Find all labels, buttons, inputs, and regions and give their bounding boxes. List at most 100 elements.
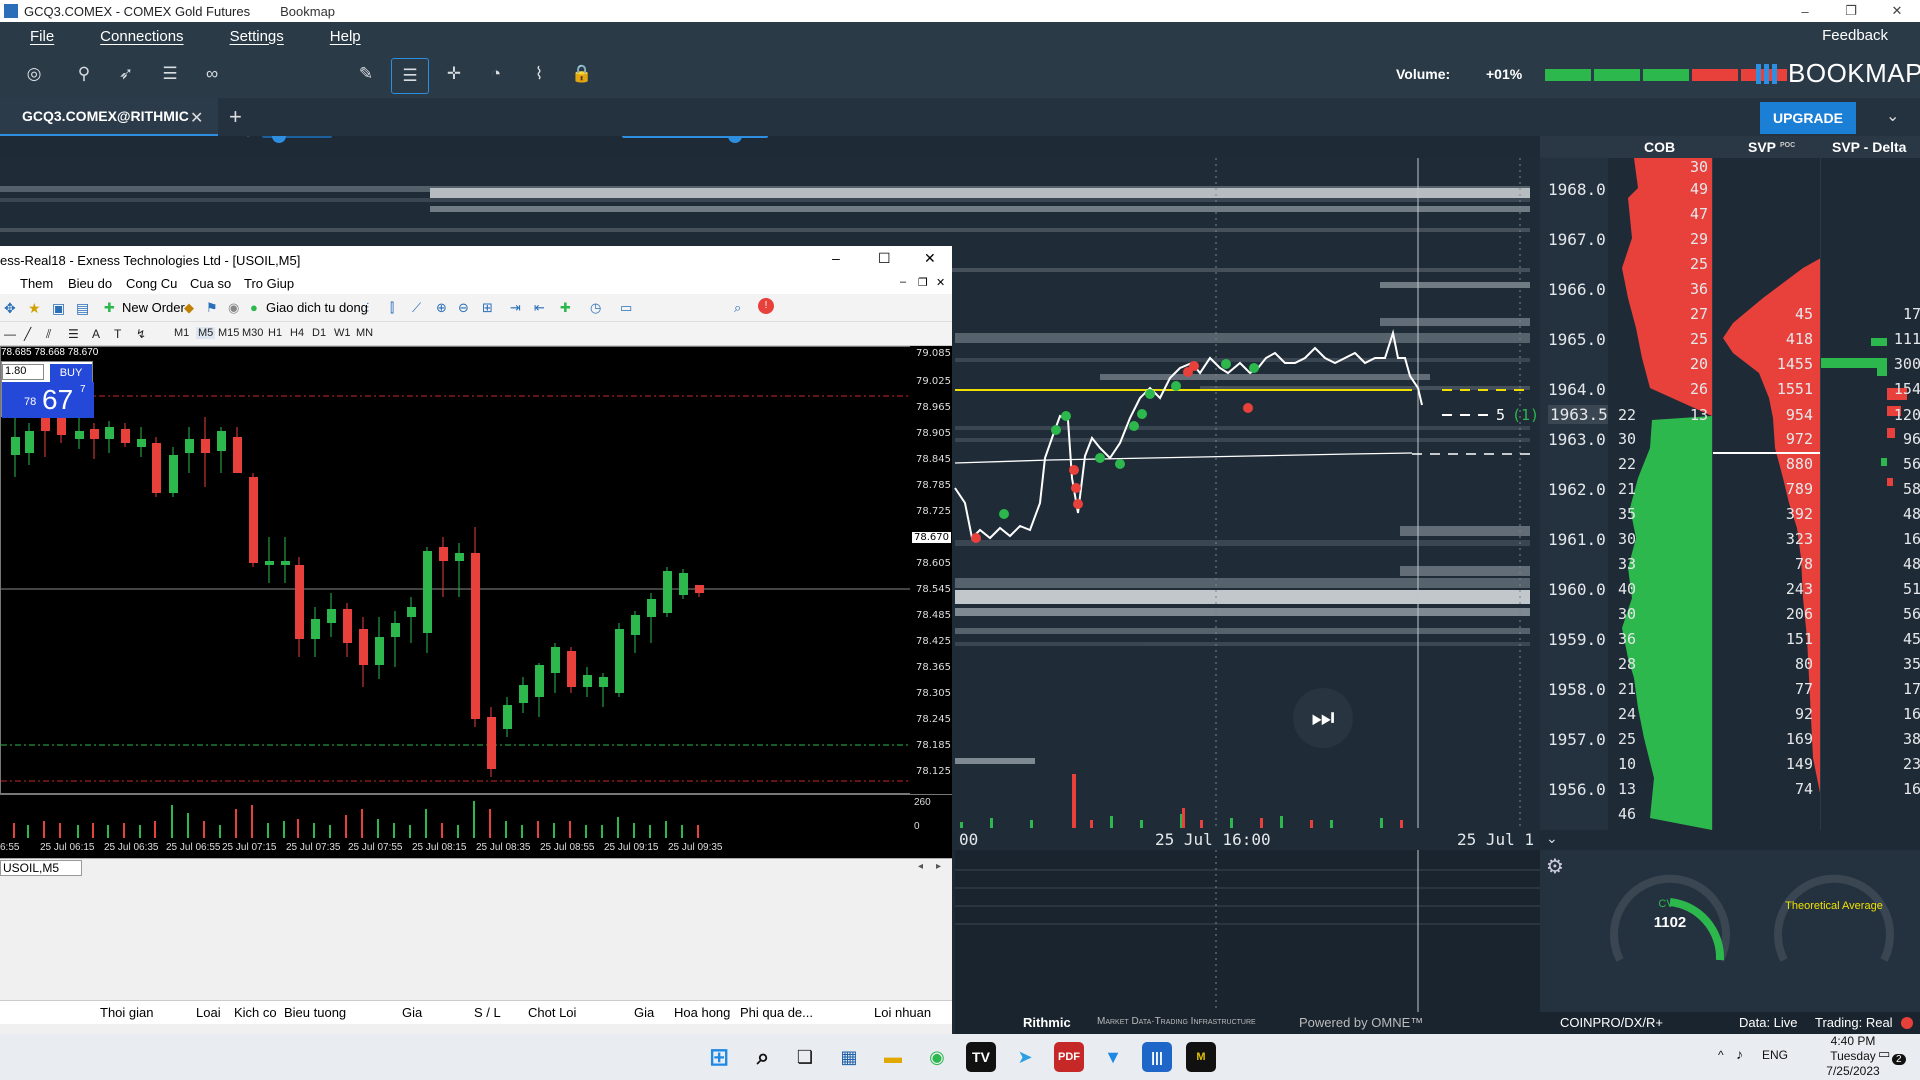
add-tab-button[interactable]: + (229, 104, 242, 130)
widgets-icon[interactable]: ▦ (834, 1042, 864, 1072)
mt4-menu-item[interactable]: Cua so (190, 276, 231, 291)
mt4-col-header[interactable]: Gia (634, 1005, 654, 1020)
candlestick-icon[interactable]: ⫿ (390, 300, 394, 316)
maximize-button[interactable]: ❐ (1828, 0, 1874, 22)
line-chart-icon[interactable]: ⟋ (412, 300, 421, 316)
tradingview-icon[interactable]: TV (966, 1042, 996, 1072)
mt4-col-header[interactable]: Gia (402, 1005, 422, 1020)
file-explorer-icon[interactable]: ▬ (878, 1042, 908, 1072)
screenshot-icon[interactable]: ◎ (22, 62, 46, 86)
tab-close-icon[interactable]: ✕ (190, 108, 203, 128)
zoom-out-icon[interactable]: ⊖ (458, 300, 469, 316)
minimize-button[interactable]: – (1782, 0, 1828, 22)
autoscroll-icon[interactable]: ⇥ (510, 300, 521, 316)
mt4-col-header[interactable]: Kich co (234, 1005, 277, 1020)
mt4-col-header[interactable]: S / L (474, 1005, 501, 1020)
tf-w1[interactable]: W1 (334, 327, 351, 339)
search-icon[interactable]: ⌕ (748, 1042, 778, 1072)
mt4-col-header[interactable]: Thoi gian (100, 1005, 153, 1020)
scroll-left-icon[interactable]: ◂ (918, 861, 923, 872)
scroll-right-icon[interactable]: ▸ (936, 861, 941, 872)
order-marker[interactable]: 5 (1496, 406, 1505, 424)
mt4-menu-item[interactable]: Bieu do (68, 276, 112, 291)
indicator-icon[interactable]: ⌇ (527, 62, 551, 86)
timer-icon[interactable]: ◔ (484, 62, 508, 86)
tf-m30[interactable]: M30 (242, 327, 263, 339)
mt4-col-header[interactable]: Phi qua de... (740, 1005, 813, 1020)
menu-settings[interactable]: Settings (230, 28, 284, 45)
mt4-menu-item[interactable]: Cong Cu (126, 276, 177, 291)
tf-h1[interactable]: H1 (268, 327, 282, 339)
indicators-icon[interactable]: ✚ (560, 300, 571, 316)
layers-icon[interactable]: ☰ (158, 62, 182, 86)
chrome-icon[interactable]: ◉ (922, 1042, 952, 1072)
volume-icon[interactable]: ♪ (1736, 1046, 1743, 1062)
language-indicator[interactable]: ENG (1762, 1048, 1788, 1062)
bookmap-taskbar-icon[interactable]: ||| (1142, 1042, 1172, 1072)
crosshair-icon[interactable]: ✛ (442, 62, 466, 86)
mt4-col-header[interactable]: Bieu tuong (284, 1005, 346, 1020)
tf-h4[interactable]: H4 (290, 327, 304, 339)
new-order-button[interactable]: New Order (122, 300, 185, 315)
metatrader-icon[interactable]: ▼ (1098, 1042, 1128, 1072)
label-tool-icon[interactable]: T (114, 327, 121, 341)
mt4-volume-pane[interactable]: 260 0 (0, 794, 952, 839)
menu-help[interactable]: Help (330, 28, 361, 45)
signals-icon[interactable]: ⚑ (206, 300, 218, 316)
chevron-down-icon[interactable]: ⌄ (1886, 106, 1899, 126)
mt4-chart-tab[interactable]: USOIL,M5 (0, 860, 83, 876)
terminal-icon[interactable]: ▤ (76, 300, 89, 317)
mt4-col-header[interactable]: Loi nhuan (874, 1005, 931, 1020)
tile-windows-icon[interactable]: ⊞ (482, 300, 493, 316)
mt4-col-header[interactable]: Loai (196, 1005, 221, 1020)
auto-trading-button[interactable]: Giao dich tu dong (266, 300, 368, 315)
mt4-col-header[interactable]: Hoa hong (674, 1005, 730, 1020)
feedback-link[interactable]: Feedback (1822, 27, 1888, 44)
move-icon[interactable]: ✥ (4, 300, 16, 317)
mt4-maximize-button[interactable]: ☐ (878, 250, 891, 267)
pdf-icon[interactable]: PDF (1054, 1042, 1084, 1072)
mt4-menu-item[interactable]: Them (20, 276, 53, 291)
mt4-menu-item[interactable]: Tro Giup (244, 276, 294, 291)
navigator-icon[interactable]: ▣ (52, 300, 65, 317)
skip-to-live-button[interactable]: ⏭ (1293, 688, 1353, 748)
task-view-icon[interactable]: ❏ (790, 1042, 820, 1072)
fibo-tool-icon[interactable]: ☰ (68, 327, 79, 341)
favorites-icon[interactable]: ★ (28, 300, 41, 317)
notification-badge[interactable]: ! (758, 298, 774, 314)
search-icon[interactable]: ⌕ (734, 300, 741, 316)
market-icon[interactable]: ◉ (228, 300, 239, 316)
taskbar-clock[interactable]: 4:40 PM Tuesday 7/25/2023 (1818, 1034, 1888, 1079)
tf-m5[interactable]: M5 (196, 327, 216, 339)
lock-icon[interactable]: 🔒 (570, 62, 594, 86)
mt4-child-restore-icon[interactable]: ❐ (918, 276, 928, 289)
metaeditor-icon[interactable]: ◆ (184, 300, 194, 316)
mt4-child-minimize-icon[interactable]: – (900, 276, 906, 288)
mt-terminal-icon[interactable]: M (1186, 1042, 1216, 1072)
mt4-candle-chart[interactable]: 78.685 78.668 78.670 1.80 BUY 78 67 7 (0, 346, 952, 794)
share-icon[interactable]: ⚲ (72, 62, 96, 86)
lot-size-input[interactable]: 1.80 (2, 364, 44, 380)
templates-icon[interactable]: ▭ (620, 300, 632, 316)
zoom-in-icon[interactable]: ⊕ (436, 300, 447, 316)
link-icon[interactable]: ∞ (200, 62, 224, 86)
bar-chart-icon[interactable]: ⫶ (366, 300, 369, 316)
tf-d1[interactable]: D1 (312, 327, 326, 339)
tf-m1[interactable]: M1 (174, 327, 189, 339)
rocket-icon[interactable]: ➶ (114, 62, 138, 86)
windows-start-icon[interactable]: ⊞ (704, 1042, 734, 1072)
chat-icon[interactable]: ☰ (391, 58, 429, 94)
menu-connections[interactable]: Connections (100, 28, 183, 45)
menu-file[interactable]: File (30, 28, 54, 45)
tray-chevron-icon[interactable]: ^ (1718, 1048, 1724, 1062)
upgrade-button[interactable]: UPGRADE (1760, 102, 1856, 134)
close-window-button[interactable]: ✕ (1874, 0, 1920, 22)
arrows-tool-icon[interactable]: ↯ (136, 327, 146, 341)
svp-poc-toggle[interactable]: POC (1780, 142, 1795, 149)
pencil-icon[interactable]: ✎ (354, 62, 378, 86)
indicator-subchart[interactable] (955, 850, 1540, 1012)
channel-tool-icon[interactable]: ⫽ (46, 327, 51, 342)
mt4-child-close-icon[interactable]: ✕ (936, 276, 945, 289)
new-order-icon[interactable]: ✚ (104, 300, 115, 316)
tf-mn[interactable]: MN (356, 327, 373, 339)
